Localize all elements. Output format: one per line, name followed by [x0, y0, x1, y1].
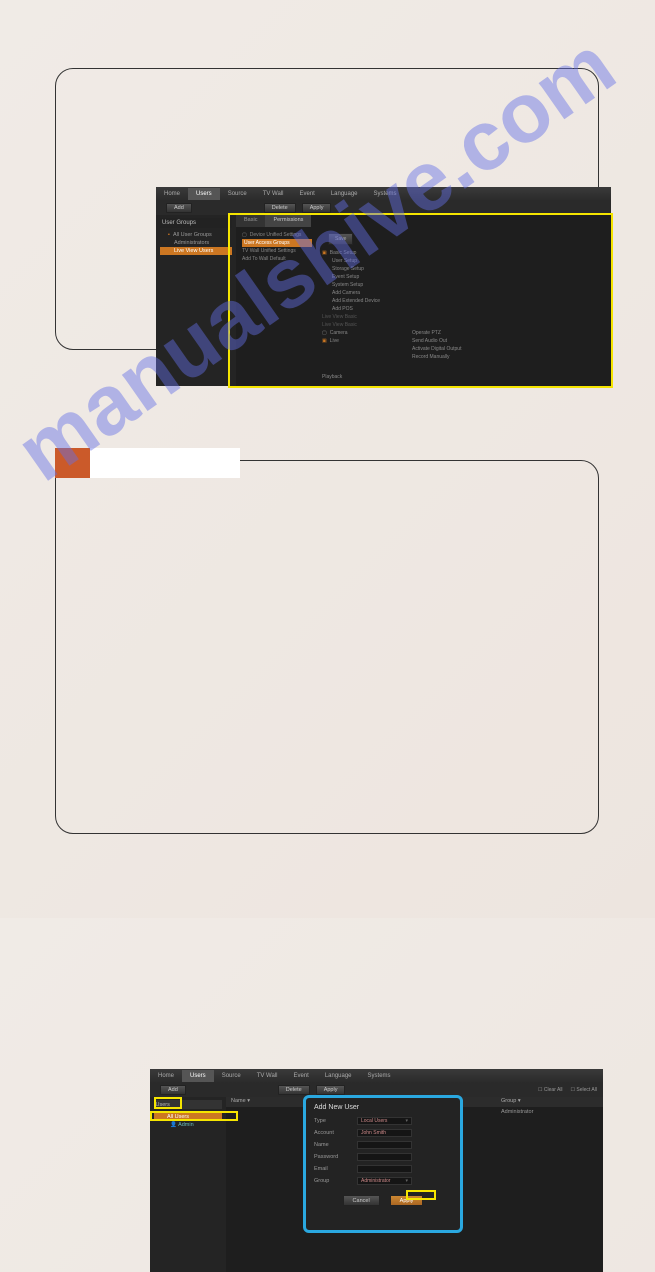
opt-digital-out[interactable]: Activate Digital Output — [412, 345, 492, 353]
tab-language-2[interactable]: Language — [317, 1070, 360, 1082]
select-all[interactable]: ☐ Select All — [571, 1087, 597, 1093]
tree-all-users[interactable]: All Users — [154, 1113, 222, 1121]
perm-dim2: Live View Basic — [322, 321, 402, 329]
cell-group: Administrator — [496, 1108, 538, 1116]
tree-title: User Groups — [160, 218, 232, 228]
tab-event-2[interactable]: Event — [285, 1070, 316, 1082]
tab-users-2[interactable]: Users — [182, 1070, 214, 1082]
col-live-opts: Operate PTZ Send Audio Out Activate Digi… — [412, 231, 492, 382]
tab-source[interactable]: Source — [220, 188, 255, 200]
label-group: Group — [314, 1178, 349, 1184]
tab-language[interactable]: Language — [323, 188, 366, 200]
tab-event[interactable]: Event — [291, 188, 322, 200]
top-tabs-2: Home Users Source TV Wall Event Language… — [150, 1069, 603, 1083]
subtab-permissions[interactable]: Permissions — [265, 215, 311, 227]
screenshot-card-2: Home Users Source TV Wall Event Language… — [55, 460, 599, 834]
tab-home[interactable]: Home — [156, 188, 188, 200]
opt-tvwall-unified[interactable]: TV Wall Unified Settings — [242, 247, 312, 255]
opt-add-wall-default[interactable]: Add To Wall Default — [242, 255, 312, 263]
top-tabs: Home Users Source TV Wall Event Language… — [156, 187, 611, 201]
perm-add-ext-device[interactable]: Add Extended Device — [322, 297, 402, 305]
opt-audio[interactable]: Send Audio Out — [412, 337, 492, 345]
inner-save-button[interactable]: Save — [328, 233, 353, 245]
dialog-title: Add New User — [314, 1104, 452, 1111]
opt-device-unified[interactable]: Device Unified Settings — [242, 231, 312, 239]
perm-add-pos[interactable]: Add POS — [322, 305, 402, 313]
opt-ptz[interactable]: Operate PTZ — [412, 329, 492, 337]
dialog-apply-button[interactable]: Apply — [390, 1195, 424, 1206]
tab-systems-2[interactable]: Systems — [360, 1070, 399, 1082]
label-email: Email — [314, 1166, 349, 1172]
input-group[interactable]: Administrator — [357, 1177, 412, 1185]
right-top-controls: ☐ Clear All ☐ Select All — [538, 1087, 597, 1093]
screenshot-card-1: Home Users Source TV Wall Event Language… — [55, 68, 599, 350]
input-type[interactable]: Local Users — [357, 1117, 412, 1125]
tab-systems[interactable]: Systems — [366, 188, 405, 200]
right-panel: Basic Permissions Device Unified Setting… — [236, 215, 611, 386]
add-button[interactable]: Add — [166, 203, 192, 213]
tab-source-2[interactable]: Source — [214, 1070, 249, 1082]
left-tree-2: Users All Users 👤 Admin — [150, 1097, 226, 1272]
left-tree: User Groups All User Groups Administrato… — [156, 215, 236, 386]
section-accent — [55, 448, 90, 478]
perm-add-camera[interactable]: Add Camera — [322, 289, 402, 297]
label-password: Password — [314, 1154, 349, 1160]
apply-button-2[interactable]: Apply — [316, 1085, 346, 1095]
tab-home-2[interactable]: Home — [150, 1070, 182, 1082]
input-email[interactable] — [357, 1165, 412, 1173]
clear-all-label: Clear All — [544, 1087, 563, 1093]
col-permissions: Save Basic Setup User Setup Storage Setu… — [322, 231, 402, 382]
delete-button[interactable]: Delete — [264, 203, 296, 213]
perm-dim1: Live View Basic — [322, 313, 402, 321]
app-window-permissions: Home Users Source TV Wall Event Language… — [156, 187, 611, 386]
apply-button[interactable]: Apply — [302, 203, 332, 213]
perm-camera[interactable]: Camera — [322, 329, 402, 337]
th-group[interactable]: Group ▾ — [496, 1097, 603, 1107]
dialog-cancel-button[interactable]: Cancel — [343, 1195, 380, 1206]
tree-admin[interactable]: 👤 Admin — [154, 1121, 222, 1129]
right-panel-2: ☐ Clear All ☐ Select All Name ▾ Password… — [226, 1097, 603, 1272]
app-window-add-user: Home Users Source TV Wall Event Language… — [150, 1069, 603, 1272]
perm-playback[interactable]: Playback — [322, 373, 402, 381]
add-user-dialog: Add New User Type Local Users Account Jo… — [303, 1095, 463, 1233]
clear-all[interactable]: ☐ Clear All — [538, 1087, 563, 1093]
tree-live-view-users[interactable]: Live View Users — [160, 247, 232, 255]
input-name[interactable] — [357, 1141, 412, 1149]
tree-admin-label: Admin — [178, 1122, 194, 1128]
perm-live[interactable]: Live — [322, 337, 402, 345]
body: User Groups All User Groups Administrato… — [156, 215, 611, 386]
perm-basic-setup[interactable]: Basic Setup — [322, 249, 402, 257]
label-account: Account — [314, 1130, 349, 1136]
select-all-label: Select All — [576, 1087, 597, 1093]
label-type: Type — [314, 1118, 349, 1124]
label-name: Name — [314, 1142, 349, 1148]
perm-system-setup[interactable]: System Setup — [322, 281, 402, 289]
add-button-2[interactable]: Add — [160, 1085, 186, 1095]
delete-button-2[interactable]: Delete — [278, 1085, 310, 1095]
tree-all-groups[interactable]: All User Groups — [160, 231, 232, 239]
perm-storage-setup[interactable]: Storage Setup — [322, 265, 402, 273]
perm-user-setup[interactable]: User Setup — [322, 257, 402, 265]
input-password[interactable] — [357, 1153, 412, 1161]
opt-user-access[interactable]: User Access Groups — [242, 239, 312, 247]
tab-users[interactable]: Users — [188, 188, 220, 200]
tab-tvwall[interactable]: TV Wall — [255, 188, 292, 200]
perm-event-setup[interactable]: Event Setup — [322, 273, 402, 281]
subtabs: Basic Permissions — [236, 215, 611, 227]
subtab-basic[interactable]: Basic — [236, 215, 265, 227]
opt-record[interactable]: Record Manually — [412, 353, 492, 361]
toolbar: Add Delete Apply — [156, 201, 611, 215]
section-header — [55, 448, 240, 478]
tree-administrators[interactable]: Administrators — [160, 239, 232, 247]
tree-title-2: Users — [154, 1100, 222, 1109]
input-account[interactable]: John Smith — [357, 1129, 412, 1137]
col-settings: Device Unified Settings User Access Grou… — [242, 231, 312, 382]
tab-tvwall-2[interactable]: TV Wall — [249, 1070, 286, 1082]
